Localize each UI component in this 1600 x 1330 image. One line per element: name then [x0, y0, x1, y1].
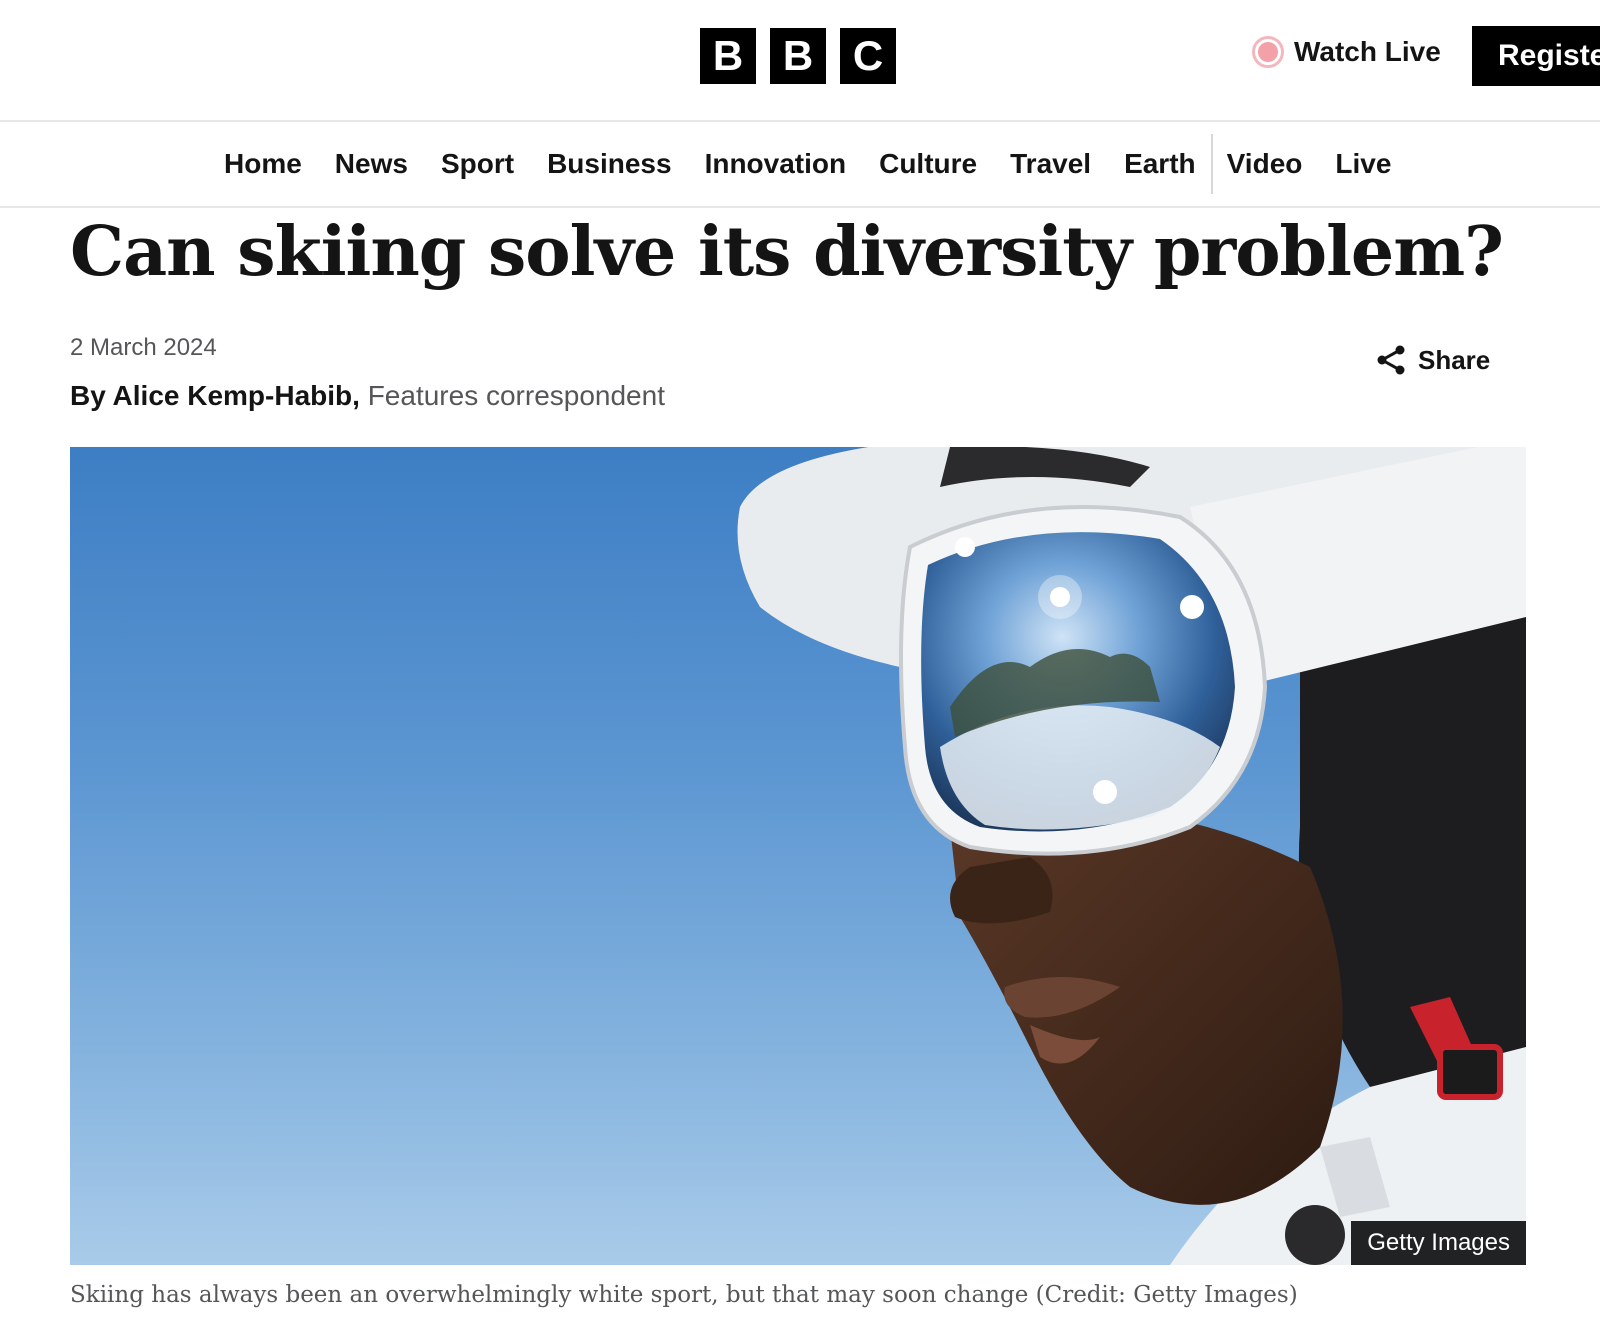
watch-live-link[interactable]: Watch Live [1252, 36, 1441, 68]
nav-item-live[interactable]: Live [1335, 148, 1391, 180]
nav-item-news[interactable]: News [335, 148, 408, 180]
nav-item-sport[interactable]: Sport [441, 148, 514, 180]
register-button[interactable]: Register [1472, 26, 1600, 86]
logo-letter-c: C [840, 28, 896, 84]
article-headline: Can skiing solve its diversity problem? [70, 212, 1504, 292]
article-byline: By Alice Kemp-Habib, Features correspond… [70, 380, 665, 412]
article-date: 2 March 2024 [70, 334, 217, 361]
logo-letter-b2: B [770, 28, 826, 84]
site-header: B B C Watch Live Register [0, 0, 1600, 122]
share-label: Share [1418, 344, 1491, 375]
byline-role: Features correspondent [367, 380, 665, 411]
nav-item-culture[interactable]: Culture [879, 148, 977, 180]
nav-item-travel[interactable]: Travel [1010, 148, 1091, 180]
nav-item-business[interactable]: Business [547, 148, 672, 180]
nav-item-video[interactable]: Video [1227, 148, 1303, 180]
nav-divider [1210, 134, 1213, 194]
image-caption: Skiing has always been an overwhelmingly… [70, 1282, 1298, 1308]
nav-item-innovation[interactable]: Innovation [705, 148, 847, 180]
main-nav: Home News Sport Business Innovation Cult… [0, 122, 1600, 208]
nav-item-home[interactable]: Home [224, 148, 302, 180]
skier-goggles-illustration [737, 447, 1526, 1265]
bbc-logo[interactable]: B B C [700, 28, 896, 84]
byline-author: By Alice Kemp-Habib, [70, 380, 360, 411]
logo-letter-b1: B [700, 28, 756, 84]
share-icon [1377, 345, 1405, 375]
hero-image: Getty Images [70, 447, 1526, 1265]
share-button[interactable]: Share [1376, 344, 1490, 376]
image-credit-badge: Getty Images [1351, 1221, 1526, 1265]
live-indicator-icon [1252, 36, 1284, 68]
watch-live-label: Watch Live [1294, 36, 1441, 67]
nav-item-earth[interactable]: Earth [1124, 148, 1196, 180]
